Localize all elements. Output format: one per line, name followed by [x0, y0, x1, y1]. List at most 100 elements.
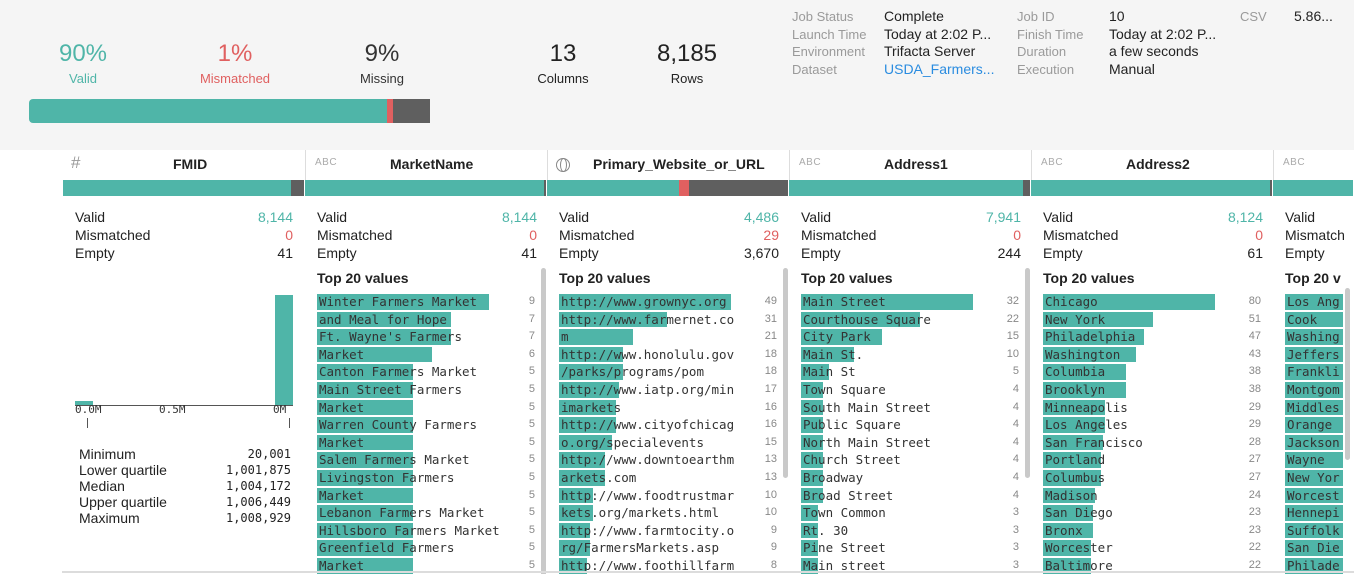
top-value-row[interactable]: Frankli — [1285, 363, 1354, 381]
top-value-row[interactable]: Market 5 — [317, 487, 535, 505]
top-value-row[interactable]: Middles — [1285, 399, 1354, 417]
top-value-row[interactable]: Main St. 10 — [801, 346, 1019, 364]
top-value-row[interactable]: Montgom — [1285, 381, 1354, 399]
top-value-row[interactable]: Hillsboro Farmers Market 5 — [317, 522, 535, 540]
mismatched-count: 0 — [285, 227, 293, 243]
top-value-row[interactable]: New York 51 — [1043, 311, 1261, 329]
top-value-row[interactable]: San Francisco 28 — [1043, 434, 1261, 452]
column-header-fmid[interactable]: # FMID — [63, 150, 305, 180]
top-value-row[interactable]: North Main Street 4 — [801, 434, 1019, 452]
value-text: Montgom — [1287, 381, 1340, 397]
top-value-row[interactable]: Public Square 4 — [801, 416, 1019, 434]
top-value-row[interactable]: Madison 24 — [1043, 487, 1261, 505]
top-value-row[interactable]: San Diego 23 — [1043, 504, 1261, 522]
column-header-address2[interactable]: ABC Address2 — [1031, 150, 1273, 180]
top-value-row[interactable]: Greenfield Farmers 5 — [317, 539, 535, 557]
top-value-row[interactable]: Washing — [1285, 328, 1354, 346]
top-value-row[interactable]: http://www.honolulu.gov 18 — [559, 346, 777, 364]
top-value-row[interactable]: Portland 27 — [1043, 451, 1261, 469]
value-text: Los Ang — [1287, 294, 1340, 309]
top-value-row[interactable]: Warren County Farmers 5 — [317, 416, 535, 434]
top-value-row[interactable]: m 21 — [559, 328, 777, 346]
histogram-bar[interactable] — [275, 295, 293, 405]
top-value-row[interactable]: Cook — [1285, 311, 1354, 329]
top-value-row[interactable]: Philadelphia 47 — [1043, 328, 1261, 346]
top-value-row[interactable]: rg/FarmersMarkets.asp 9 — [559, 539, 777, 557]
fmid-histogram[interactable]: 0.0M 0.5M 0M 1 — [75, 290, 295, 428]
top-value-row[interactable]: Ft. Wayne's Farmers 7 — [317, 328, 535, 346]
top-value-row[interactable]: Courthouse Square 22 — [801, 311, 1019, 329]
top-value-row[interactable]: Minneapolis 29 — [1043, 399, 1261, 417]
top-value-row[interactable]: arkets.com 13 — [559, 469, 777, 487]
top-value-row[interactable]: Suffolk — [1285, 522, 1354, 540]
top-value-row[interactable]: http://www.farmtocity.o 9 — [559, 522, 777, 540]
top-value-row[interactable]: Pine Street 3 — [801, 539, 1019, 557]
column-fmid[interactable]: # FMID Valid 8,144 Mismatched 0 Empty 41 0.… — [63, 150, 305, 574]
top-value-row[interactable]: http://www.grownyc.org 49 — [559, 293, 777, 311]
top-value-row[interactable]: Town Common 3 — [801, 504, 1019, 522]
top-value-row[interactable]: and Meal for Hope 7 — [317, 311, 535, 329]
top-value-row[interactable]: http://www.cityofchicag 16 — [559, 416, 777, 434]
top-value-row[interactable]: Washington 43 — [1043, 346, 1261, 364]
histogram-bar[interactable] — [75, 400, 93, 405]
top-value-row[interactable]: Columbus 27 — [1043, 469, 1261, 487]
top-value-row[interactable]: Main St 5 — [801, 363, 1019, 381]
list-scrollbar[interactable] — [541, 268, 546, 574]
top-value-row[interactable]: http://www.iatp.org/min 17 — [559, 381, 777, 399]
column-header-city[interactable]: ABC — [1273, 150, 1354, 180]
column-city[interactable]: ABC Valid Mismatch Empty Top 20 v Los Ang Cook… — [1273, 150, 1354, 574]
top-value-row[interactable]: Columbia 38 — [1043, 363, 1261, 381]
top-value-row[interactable]: Market 6 — [317, 346, 535, 364]
top-value-row[interactable]: San Die — [1285, 539, 1354, 557]
top-value-row[interactable]: Salem Farmers Market 5 — [317, 451, 535, 469]
top-value-row[interactable]: Canton Farmers Market 5 — [317, 363, 535, 381]
top-value-row[interactable]: Main Street 32 — [801, 293, 1019, 311]
list-scrollbar[interactable] — [783, 268, 788, 478]
top-value-row[interactable]: Broadway 4 — [801, 469, 1019, 487]
top-value-row[interactable]: Worcest — [1285, 487, 1354, 505]
column-header-address1[interactable]: ABC Address1 — [789, 150, 1031, 180]
top-value-row[interactable]: Hennepi — [1285, 504, 1354, 522]
top-value-row[interactable]: Los Ang — [1285, 293, 1354, 311]
top-value-row[interactable]: South Main Street 4 — [801, 399, 1019, 417]
top-value-row[interactable]: Winter Farmers Market 9 — [317, 293, 535, 311]
list-scrollbar[interactable] — [1025, 268, 1030, 478]
top-value-row[interactable]: Livingston Farmers 5 — [317, 469, 535, 487]
top-value-row[interactable]: Bronx 23 — [1043, 522, 1261, 540]
top-value-row[interactable]: Lebanon Farmers Market 5 — [317, 504, 535, 522]
top-value-row[interactable]: Jackson — [1285, 434, 1354, 452]
top-value-row[interactable]: Town Square 4 — [801, 381, 1019, 399]
top-value-row[interactable]: imarkets 16 — [559, 399, 777, 417]
value-count: 51 — [1248, 312, 1261, 325]
horizontal-scrollbar[interactable] — [62, 571, 1354, 573]
top-value-row[interactable]: o.org/specialevents 15 — [559, 434, 777, 452]
column-address1[interactable]: ABC Address1 Valid 7,941 Mismatched 0 Empty 244… — [789, 150, 1031, 574]
top-value-row[interactable]: Market 5 — [317, 434, 535, 452]
top-value-row[interactable]: http://www.farmernet.co 31 — [559, 311, 777, 329]
list-scrollbar[interactable] — [1345, 288, 1350, 460]
top-value-row[interactable]: Main Street Farmers 5 — [317, 381, 535, 399]
top-value-row[interactable]: http://www.downtoearthm 13 — [559, 451, 777, 469]
top-value-row[interactable]: /parks/programs/pom 18 — [559, 363, 777, 381]
column-header-url[interactable]: Primary_Website_or_URL — [547, 150, 789, 180]
top-value-row[interactable]: Worcester 22 — [1043, 539, 1261, 557]
column-url[interactable]: Primary_Website_or_URL Valid 4,486 Mismatch… — [547, 150, 789, 574]
top-value-row[interactable]: Jeffers — [1285, 346, 1354, 364]
top-value-row[interactable]: kets.org/markets.html 10 — [559, 504, 777, 522]
top-value-row[interactable]: Orange — [1285, 416, 1354, 434]
top-value-row[interactable]: City Park 15 — [801, 328, 1019, 346]
top-value-row[interactable]: Rt. 30 3 — [801, 522, 1019, 540]
top-value-row[interactable]: Chicago 80 — [1043, 293, 1261, 311]
top-value-row[interactable]: Wayne — [1285, 451, 1354, 469]
top-value-row[interactable]: New Yor — [1285, 469, 1354, 487]
top-value-row[interactable]: Broad Street 4 — [801, 487, 1019, 505]
top-value-row[interactable]: Brooklyn 38 — [1043, 381, 1261, 399]
top-value-row[interactable]: Los Angeles 29 — [1043, 416, 1261, 434]
column-header-marketname[interactable]: ABC MarketName — [305, 150, 547, 180]
top-value-row[interactable]: http://www.foodtrustmar 10 — [559, 487, 777, 505]
column-marketname[interactable]: ABC MarketName Valid 8,144 Mismatched 0 Empty 4… — [305, 150, 547, 574]
dataset-link[interactable]: USDA_Farmers... — [884, 61, 994, 79]
column-address2[interactable]: ABC Address2 Valid 8,124 Mismatched 0 Empty 61 T… — [1031, 150, 1273, 574]
top-value-row[interactable]: Church Street 4 — [801, 451, 1019, 469]
top-value-row[interactable]: Market 5 — [317, 399, 535, 417]
